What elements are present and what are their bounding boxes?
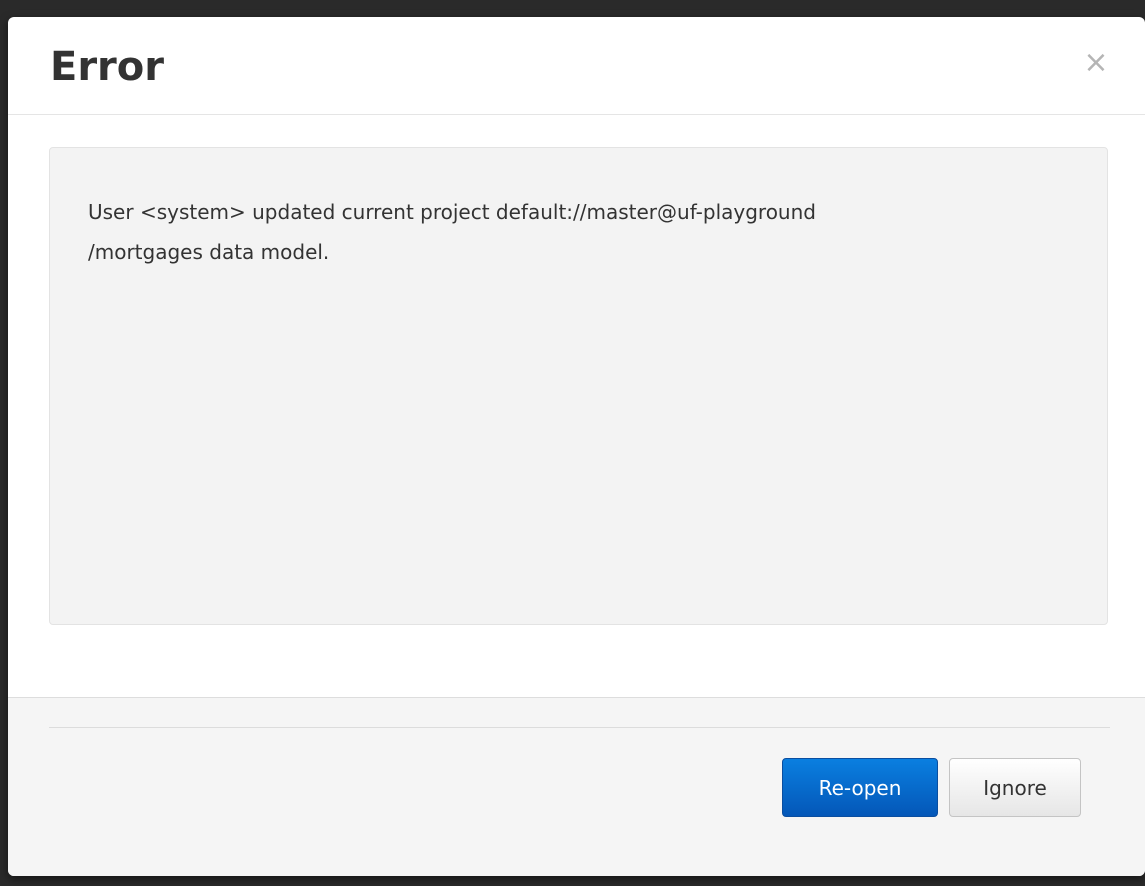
message-well: User <system> updated current project de…	[49, 147, 1108, 625]
dialog-header: Error ×	[8, 17, 1145, 115]
dialog-footer: Re-open Ignore	[8, 697, 1145, 876]
reopen-button[interactable]: Re-open	[782, 758, 938, 817]
footer-divider	[49, 727, 1110, 728]
dialog-title: Error	[50, 44, 164, 90]
error-message-line-2: /mortgages data model.	[88, 240, 330, 264]
ignore-button[interactable]: Ignore	[949, 758, 1081, 817]
error-dialog: Error × User <system> updated current pr…	[8, 17, 1145, 876]
error-message-line-1: User <system> updated current project de…	[88, 200, 816, 224]
error-message: User <system> updated current project de…	[88, 192, 1048, 272]
close-icon[interactable]: ×	[1078, 45, 1114, 81]
